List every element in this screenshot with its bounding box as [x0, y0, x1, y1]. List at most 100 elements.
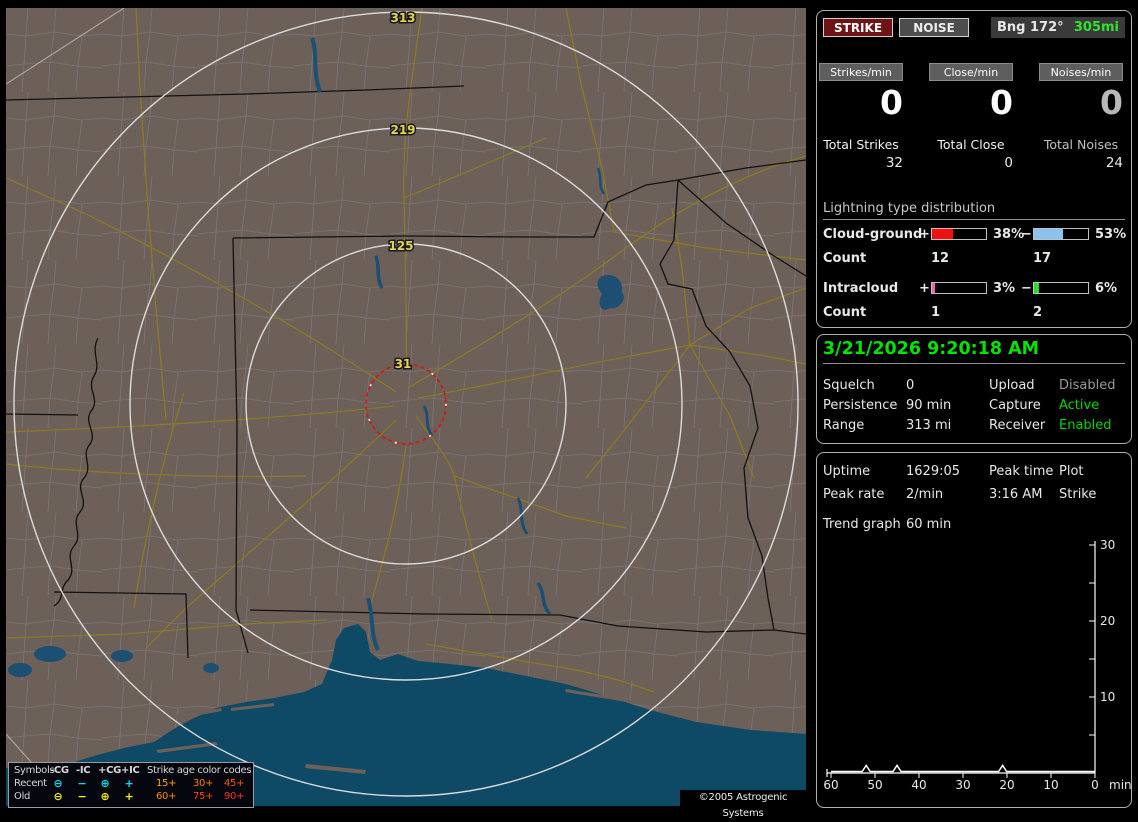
- svg-text:20: 20: [999, 778, 1014, 792]
- receiver-status: Enabled: [1059, 418, 1112, 433]
- legend-symbols-title: Symbols: [14, 765, 55, 776]
- upload-label: Upload: [989, 378, 1035, 393]
- svg-text:30: 30: [955, 778, 970, 792]
- total-strikes-value: 32: [885, 155, 903, 171]
- close-per-min-button[interactable]: Close/min: [929, 63, 1013, 81]
- old-neg-ic-icon: −: [77, 790, 87, 803]
- trend-graph-label: Trend graph: [823, 517, 901, 532]
- map-canvas[interactable]: 313 219 125 31: [6, 8, 806, 806]
- bearing-readout: 305mi Bng 172°: [991, 17, 1125, 38]
- axis-labels: 60 50 40 30 20 10 0 min 10 20 30: [823, 538, 1131, 792]
- old-neg-cg-icon: ⊖: [53, 790, 63, 803]
- legend-recent-label: Recent: [14, 778, 47, 789]
- cloud-ground-plus-count: 12: [931, 251, 950, 266]
- plus-sign: +: [919, 227, 930, 242]
- squelch-label: Squelch: [823, 378, 875, 393]
- cloud-ground-label: Cloud-ground: [823, 227, 923, 242]
- total-strikes-label: Total Strikes: [823, 137, 899, 152]
- intracloud-label: Intracloud: [823, 281, 899, 296]
- recent-pos-cg-icon: ⊕: [100, 777, 110, 790]
- age-90: 90+: [224, 791, 245, 802]
- strike-mode-button[interactable]: STRIKE: [823, 18, 893, 37]
- minus-sign: −: [1021, 227, 1032, 242]
- capture-status: Active: [1059, 398, 1100, 413]
- status-row: Persistence 90 min Capture Active: [817, 398, 1133, 416]
- cloud-ground-plus-bar: [931, 228, 987, 240]
- legend-col-neg-ic: -IC: [76, 765, 91, 776]
- stats-row: Uptime 1629:05 Peak time Plot: [817, 464, 1133, 482]
- noises-per-min-button[interactable]: Noises/min: [1039, 63, 1123, 81]
- legend-old-label: Old: [14, 791, 31, 802]
- plot-label: Plot: [1059, 464, 1084, 479]
- close-counter-column: Close/min 0 Total Close 0: [929, 63, 1013, 183]
- lightning-map[interactable]: 313 219 125 31: [6, 8, 806, 806]
- old-pos-cg-icon: ⊕: [100, 790, 110, 803]
- age-30: 30+: [193, 778, 214, 789]
- svg-text:min: min: [1109, 778, 1132, 792]
- uptime-value: 1629:05: [906, 464, 961, 479]
- strikes-per-min-value: 0: [880, 83, 903, 122]
- range-value: 313 mi: [906, 418, 952, 433]
- count-label: Count: [823, 305, 867, 320]
- legend-col-neg-cg: -CG: [50, 765, 69, 776]
- distribution-title: Lightning type distribution: [823, 201, 1125, 220]
- peak-time-label: Peak time: [989, 464, 1054, 479]
- svg-text:10: 10: [1043, 778, 1058, 792]
- uptime-label: Uptime: [823, 464, 871, 479]
- cloud-ground-minus-pct: 53%: [1095, 227, 1127, 242]
- strike-rate-line: [831, 764, 1095, 773]
- peak-time-value: 3:16 AM: [989, 487, 1043, 502]
- svg-text:60: 60: [823, 778, 838, 792]
- intracloud-minus-count: 2: [1033, 305, 1043, 320]
- minus-sign: −: [1021, 281, 1032, 296]
- intracloud-count-row: Count 1 2: [823, 305, 1127, 321]
- age-45: 45+: [224, 778, 245, 789]
- ring-label-219: 219: [390, 123, 415, 137]
- upload-status: Disabled: [1059, 378, 1116, 393]
- close-per-min-value: 0: [990, 83, 1013, 122]
- persistence-value: 90 min: [906, 398, 952, 413]
- age-15: 15+: [156, 778, 177, 789]
- strikes-counter-column: Strikes/min 0 Total Strikes 32: [819, 63, 903, 183]
- cloud-ground-minus-count: 17: [1033, 251, 1052, 266]
- svg-text:20: 20: [1100, 614, 1115, 628]
- cloud-ground-count-row: Count 12 17: [823, 251, 1127, 267]
- svg-text:10: 10: [1100, 690, 1115, 704]
- svg-text:30: 30: [1100, 538, 1115, 552]
- ring-label-31: 31: [395, 357, 412, 371]
- range-label: Range: [823, 418, 865, 433]
- copyright-notice: ©2005 Astrogenic Systems: [680, 790, 806, 819]
- svg-text:50: 50: [867, 778, 882, 792]
- total-noises-value: 24: [1105, 155, 1123, 171]
- nexstorm-window: { "header": { "strike_button": "STRIKE",…: [0, 0, 1138, 819]
- status-row: Squelch 0 Upload Disabled: [817, 378, 1133, 396]
- peak-rate-label: Peak rate: [823, 487, 885, 502]
- bearing-range-value: 305mi: [1073, 20, 1119, 35]
- cloud-ground-minus-bar: [1033, 228, 1089, 240]
- noise-mode-button[interactable]: NOISE: [899, 18, 969, 37]
- ring-label-313: 313: [390, 11, 415, 25]
- peak-rate-value: 2/min: [906, 487, 944, 502]
- intracloud-plus-pct: 3%: [993, 281, 1016, 296]
- age-60: 60+: [156, 791, 177, 802]
- svg-text:40: 40: [911, 778, 926, 792]
- plus-sign: +: [919, 281, 930, 296]
- recent-neg-ic-icon: −: [77, 777, 87, 790]
- receiver-label: Receiver: [989, 418, 1046, 433]
- total-noises-label: Total Noises: [1043, 137, 1119, 152]
- squelch-value: 0: [906, 378, 915, 393]
- legend-col-pos-cg: +CG: [98, 765, 122, 776]
- age-75: 75+: [193, 791, 214, 802]
- total-close-value: 0: [1004, 155, 1013, 171]
- status-panel: 3/21/2026 9:20:18 AM Squelch 0 Upload Di…: [816, 334, 1132, 444]
- cloud-ground-plus-pct: 38%: [993, 227, 1025, 242]
- strike-counter-panel: STRIKE NOISE 305mi Bng 172° Strikes/min …: [816, 10, 1132, 328]
- noises-per-min-value: 0: [1100, 83, 1123, 122]
- svg-text:0: 0: [1091, 778, 1099, 792]
- axis-ticks: [830, 544, 1096, 778]
- strikes-per-min-button[interactable]: Strikes/min: [819, 63, 903, 81]
- intracloud-plus-count: 1: [931, 305, 941, 320]
- recent-neg-cg-icon: ⊖: [53, 777, 63, 790]
- ring-label-125: 125: [388, 239, 413, 253]
- symbol-legend: Symbols -CG -IC +CG +IC Strike age color…: [8, 762, 254, 808]
